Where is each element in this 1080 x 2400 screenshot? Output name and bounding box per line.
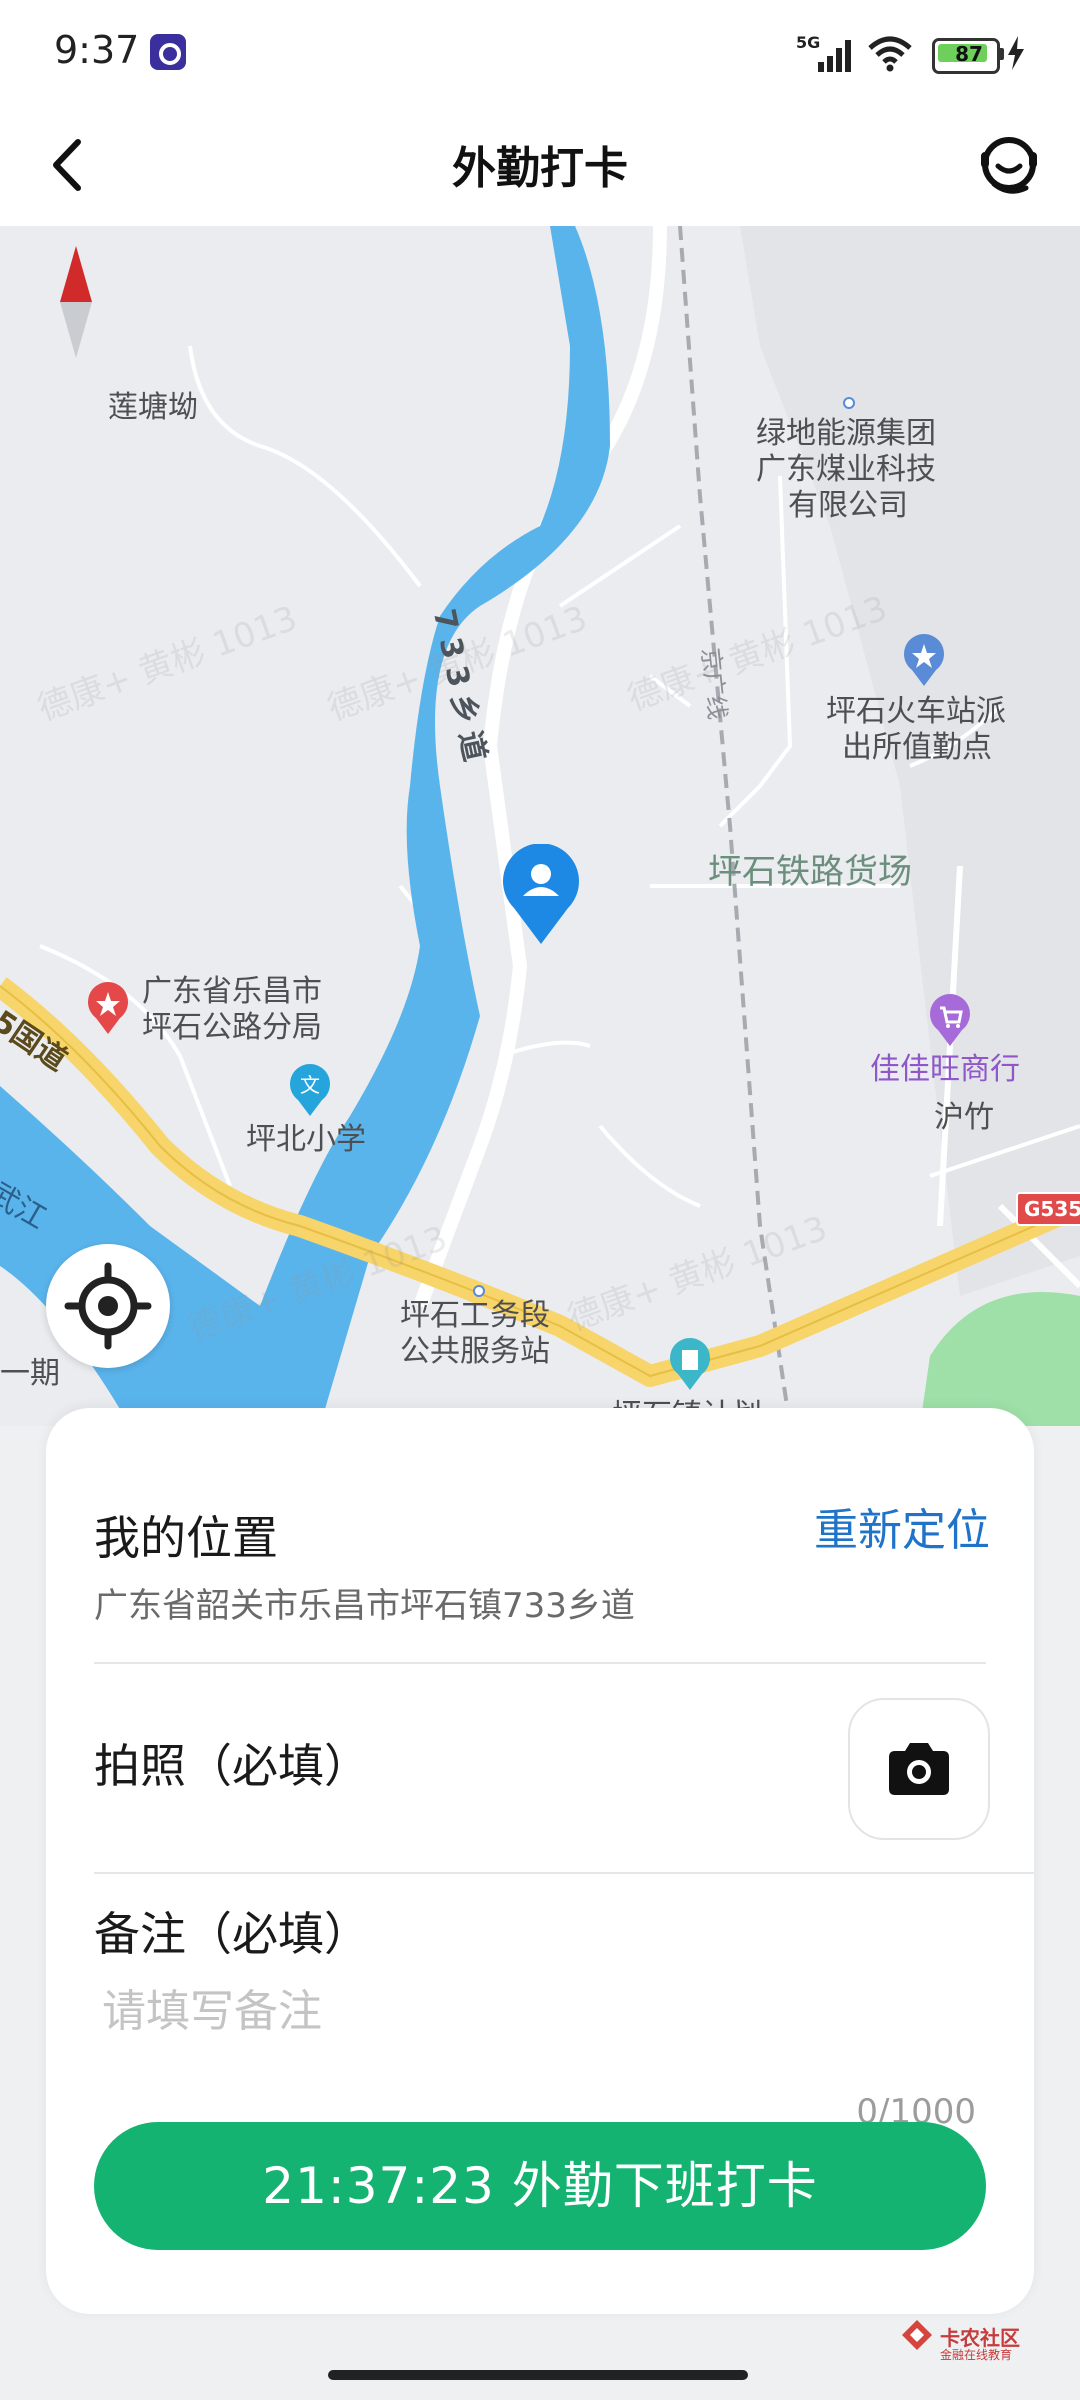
address-text: 广东省韶关市乐昌市坪石镇733乡道: [94, 1586, 635, 1626]
remark-label: 备注（必填）: [94, 1907, 370, 1961]
camera-icon: [889, 1743, 949, 1795]
police-station-icon: [904, 634, 944, 686]
map-label: 坪石工务段: [400, 1298, 550, 1333]
map-label: 有限公司: [788, 488, 908, 523]
customer-service-icon: [981, 137, 1037, 194]
poi-dot-icon: [473, 1285, 485, 1297]
header: 外勤打卡: [0, 108, 1080, 226]
shop-icon: [930, 994, 970, 1046]
clock-in-card: 我的位置 重新定位 广东省韶关市乐昌市坪石镇733乡道 拍照（必填） 备注（必填…: [46, 1408, 1034, 2314]
map-label: 绿地能源集团: [756, 416, 936, 451]
customer-service-button[interactable]: [970, 126, 1048, 204]
map-label: 佳佳旺商行: [870, 1052, 1020, 1087]
clock-out-button[interactable]: 21:37:23 外勤下班打卡: [94, 2122, 986, 2250]
compass-icon: [60, 246, 92, 358]
camera-button[interactable]: [848, 1698, 990, 1840]
network-type-label: 5G: [796, 34, 820, 52]
app-notification-icon: [150, 34, 186, 70]
page-title: 外勤打卡: [452, 143, 628, 194]
my-location-title: 我的位置: [94, 1511, 278, 1565]
divider: [94, 1662, 986, 1664]
map-label: 坪石铁路货场: [708, 852, 912, 892]
map-view[interactable]: 德康+ 黄彬 1013 德康+ 黄彬 1013 德康+ 黄彬 1013 德康+ …: [0, 226, 1080, 1426]
poi-dot-icon: [843, 397, 855, 409]
map-label: 广东煤业科技: [756, 452, 936, 487]
highway-shield-label: G535: [1024, 1197, 1080, 1221]
divider: [94, 1872, 1034, 1874]
relocate-button[interactable]: 重新定位: [814, 1494, 990, 1558]
status-time: 9:37: [54, 28, 140, 72]
svg-text:文: 文: [300, 1073, 320, 1097]
map-label: 沪竹: [934, 1100, 994, 1135]
office-building-icon: [670, 1338, 710, 1390]
highway-shield: G535: [1016, 1192, 1080, 1226]
home-indicator[interactable]: [328, 2370, 748, 2380]
kanong-logo-subtitle: 金融在线教育: [940, 2348, 1013, 2362]
photo-label: 拍照（必填）: [94, 1739, 370, 1793]
school-icon: 文: [290, 1064, 330, 1116]
wifi-icon: [868, 36, 912, 72]
status-bar: 9:37 5G 87: [0, 0, 1080, 108]
map-label: 坪石火车站派: [826, 694, 1006, 729]
kanong-logo-icon: [902, 2320, 932, 2350]
map-label: 坪北小学: [246, 1122, 366, 1157]
map-label: 广东省乐昌市: [142, 974, 322, 1009]
map-label: 公共服务站: [400, 1334, 550, 1369]
map-label: 莲塘坳: [108, 390, 198, 425]
signal-icon: 5G: [796, 34, 851, 72]
locate-crosshair-icon: [64, 1262, 152, 1350]
government-office-icon: [88, 982, 128, 1034]
map-label: 京广线: [696, 646, 732, 721]
back-button[interactable]: [40, 130, 110, 200]
map-label: 出所值勤点: [842, 730, 992, 765]
battery-cap: [999, 48, 1004, 60]
locate-button[interactable]: [46, 1244, 170, 1368]
user-location-pin-icon: [503, 844, 579, 944]
remark-input[interactable]: [94, 1976, 990, 2046]
battery-icon: 87: [932, 38, 1000, 74]
charging-icon: [1008, 36, 1024, 70]
map-label: 坪石公路分局: [142, 1010, 322, 1045]
chevron-left-icon: [53, 139, 81, 191]
battery-level: 87: [955, 42, 983, 66]
